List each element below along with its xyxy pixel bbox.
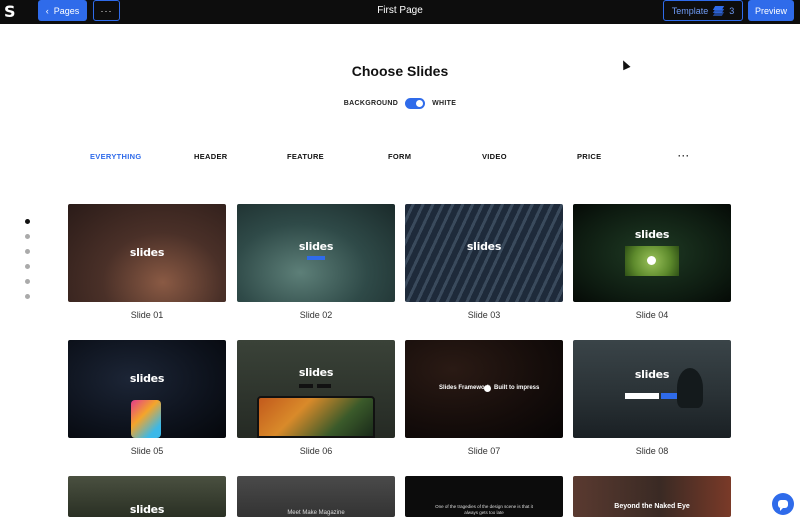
template-count: 3 xyxy=(729,5,735,16)
slide-card[interactable]: slides Slide 05 xyxy=(68,340,226,456)
chat-icon xyxy=(778,500,788,511)
slide-thumbnail[interactable]: slides xyxy=(68,340,226,438)
page-dot[interactable] xyxy=(25,264,30,269)
slide-card[interactable]: One of the tragedies of the design scene… xyxy=(405,476,563,517)
slide-thumbnail[interactable]: slides xyxy=(405,204,563,302)
slide-card[interactable]: Meet Make Magazine xyxy=(237,476,395,517)
filter-price[interactable]: PRICE xyxy=(577,152,601,161)
toggle-left-label: BACKGROUND xyxy=(343,100,399,107)
chat-button[interactable] xyxy=(772,493,794,515)
slide-caption: Slide 05 xyxy=(130,446,164,456)
phone-image xyxy=(131,400,161,438)
play-icon xyxy=(484,385,491,392)
slide-logo: slides xyxy=(298,240,334,253)
more-options-button[interactable]: ··· xyxy=(93,0,120,21)
slide-logo: slides xyxy=(466,240,502,253)
slide-caption: Slide 03 xyxy=(467,310,501,320)
slide-thumbnail[interactable]: slides xyxy=(573,204,731,302)
slide-card[interactable]: Slides Framework Built to impress Slide … xyxy=(405,340,563,456)
slide-thumbnail[interactable]: slides xyxy=(573,340,731,438)
pages-button[interactable]: ‹ Pages xyxy=(38,0,87,21)
toggle-knob xyxy=(416,100,424,107)
slide-logo: slides xyxy=(634,228,670,241)
slide-thumbnail[interactable]: slides xyxy=(68,204,226,302)
slide-thumbnail[interactable]: One of the tragedies of the design scene… xyxy=(405,476,563,517)
slide-caption: Slide 02 xyxy=(299,310,333,320)
app-store-badge xyxy=(299,384,313,388)
slide-card[interactable]: slides Slide 08 xyxy=(573,340,731,456)
filter-video[interactable]: VIDEO xyxy=(482,152,507,161)
pages-button-label: Pages xyxy=(53,5,80,16)
slide-card[interactable]: slides Slide 04 xyxy=(573,204,731,320)
page-dot[interactable] xyxy=(25,279,30,284)
slide-card[interactable]: slides Slide 02 xyxy=(237,204,395,320)
slide-logo: slides xyxy=(298,366,334,379)
slide-logo: slides xyxy=(129,246,165,259)
slide-caption: Slide 06 xyxy=(299,446,333,456)
tablet-image xyxy=(257,396,375,438)
filter-tabs: EVERYTHING HEADER FEATURE FORM VIDEO PRI… xyxy=(60,151,740,164)
slide-text: Beyond the Naked Eye xyxy=(614,503,690,510)
background-toggle-row: BACKGROUND WHITE xyxy=(300,98,500,109)
page-heading: Choose Slides xyxy=(351,63,449,79)
slide-text-left: Slides Framework xyxy=(439,385,491,391)
slide-logo: slides xyxy=(129,503,165,516)
page-dot[interactable] xyxy=(25,234,30,239)
filter-header[interactable]: HEADER xyxy=(194,152,227,161)
chevron-left-icon: ‹ xyxy=(45,5,49,16)
page-dot[interactable] xyxy=(25,294,30,299)
page-dots xyxy=(25,219,31,299)
slide-card[interactable]: slides xyxy=(68,476,226,517)
filter-more-button[interactable]: ··· xyxy=(678,151,690,161)
page-dot[interactable] xyxy=(25,249,30,254)
slide-logo: slides xyxy=(129,372,165,385)
slide-card[interactable]: slides Slide 06 xyxy=(237,340,395,456)
top-bar: S ‹ Pages ··· First Page Template 3 Prev… xyxy=(0,0,800,24)
subscribe-button xyxy=(661,393,677,399)
toggle-right-label: WHITE xyxy=(432,100,457,107)
template-button[interactable]: Template 3 xyxy=(663,0,743,21)
background-toggle[interactable] xyxy=(405,98,426,109)
figure-image xyxy=(677,368,703,408)
slide-caption: Slide 07 xyxy=(467,446,501,456)
filter-everything[interactable]: EVERYTHING xyxy=(90,152,141,161)
slide-thumbnail[interactable]: slides xyxy=(237,204,395,302)
filter-form[interactable]: FORM xyxy=(388,152,411,161)
slide-thumbnail[interactable]: Beyond the Naked Eye xyxy=(573,476,731,517)
slide-text-right: Built to impress xyxy=(494,385,540,391)
slide-caption: Slide 08 xyxy=(635,446,669,456)
filter-feature[interactable]: FEATURE xyxy=(287,152,324,161)
slide-text: One of the tragedies of the design scene… xyxy=(435,504,533,515)
slide-card[interactable]: slides Slide 03 xyxy=(405,204,563,320)
slide-text: Meet Make Magazine xyxy=(287,510,345,516)
play-icon xyxy=(647,256,656,265)
slide-thumbnail[interactable]: Meet Make Magazine xyxy=(237,476,395,517)
slide-caption: Slide 01 xyxy=(130,310,164,320)
slide-card[interactable]: Beyond the Naked Eye xyxy=(573,476,731,517)
slide-logo: slides xyxy=(634,368,670,381)
app-logo[interactable]: S xyxy=(4,3,20,21)
slide-button xyxy=(307,256,325,260)
slide-thumbnail[interactable]: Slides Framework Built to impress xyxy=(405,340,563,438)
slide-caption: Slide 04 xyxy=(635,310,669,320)
email-field xyxy=(625,393,659,399)
preview-button[interactable]: Preview xyxy=(748,0,794,21)
slide-thumbnail[interactable]: slides xyxy=(237,340,395,438)
page-title: First Page xyxy=(377,5,423,16)
template-button-label: Template xyxy=(671,5,709,16)
slide-card[interactable]: slides Slide 01 xyxy=(68,204,226,320)
layers-icon xyxy=(713,5,725,16)
play-store-badge xyxy=(317,384,331,388)
mouse-cursor-icon xyxy=(619,58,631,71)
slide-thumbnail[interactable]: slides xyxy=(68,476,226,517)
page-dot[interactable] xyxy=(25,219,30,224)
